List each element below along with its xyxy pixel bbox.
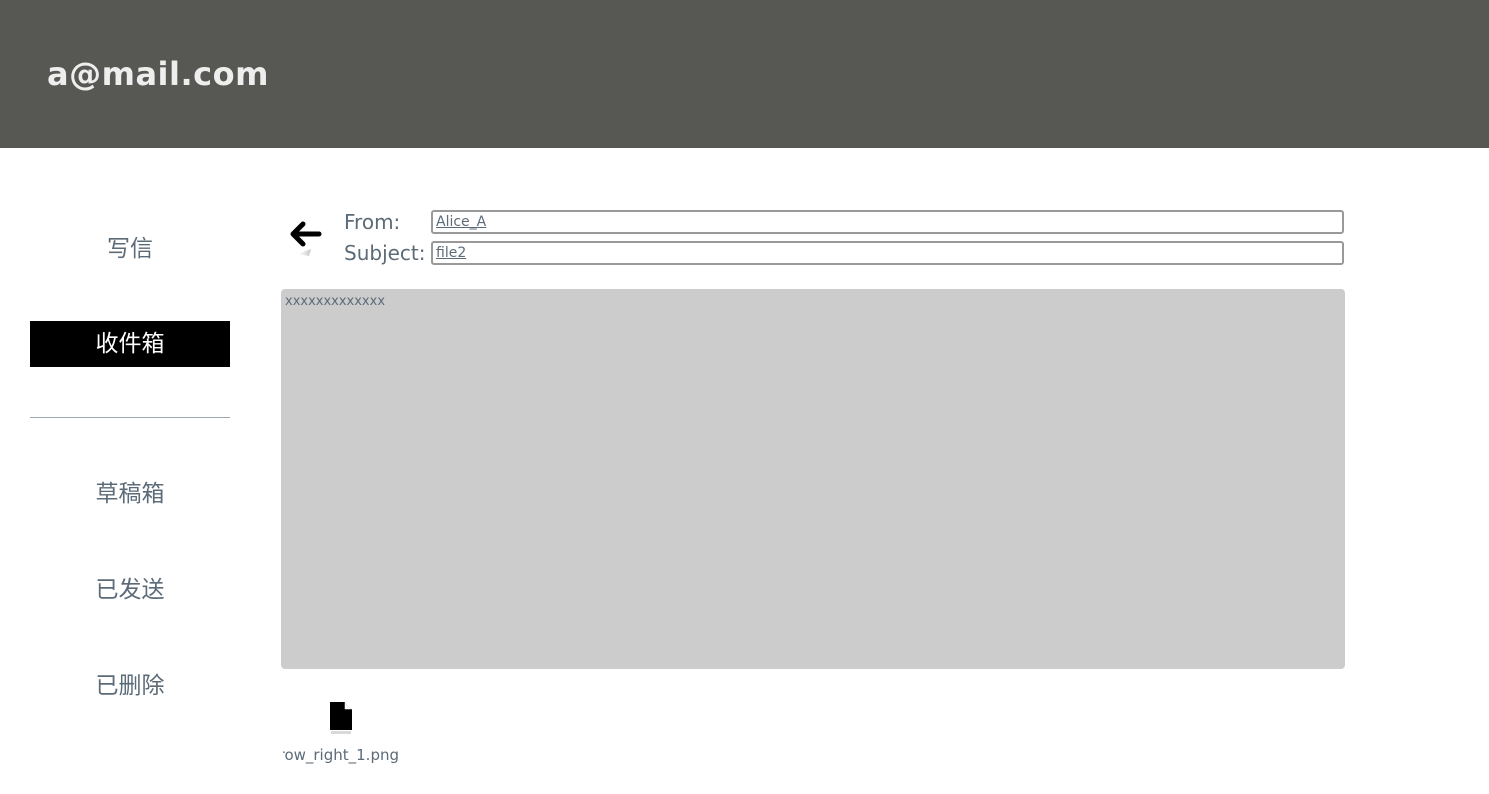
from-field[interactable]: Alice_A — [431, 210, 1344, 234]
attachment-filename: arrow_right_1.png — [283, 746, 399, 764]
from-label: From: — [344, 210, 401, 234]
sidebar-item-inbox[interactable]: 收件箱 — [30, 321, 230, 367]
sidebar-item-sent[interactable]: 已发送 — [30, 574, 230, 606]
arrow-left-icon — [290, 221, 322, 256]
file-icon — [330, 702, 352, 734]
subject-value[interactable]: file2 — [436, 243, 466, 264]
sidebar-item-compose[interactable]: 写信 — [30, 233, 230, 265]
sidebar-item-drafts[interactable]: 草稿箱 — [30, 478, 230, 510]
mail-body[interactable]: xxxxxxxxxxxxx — [281, 289, 1345, 669]
sidebar-item-deleted[interactable]: 已删除 — [30, 670, 230, 702]
mail-body-text: xxxxxxxxxxxxx — [285, 294, 386, 309]
sidebar-divider — [30, 417, 230, 418]
subject-label: Subject: — [344, 241, 426, 265]
app-header: a@mail.com — [0, 0, 1489, 148]
attachment-item[interactable]: arrow_right_1.png — [283, 698, 399, 770]
back-button[interactable] — [289, 216, 329, 260]
subject-field[interactable]: file2 — [431, 241, 1344, 265]
account-email: a@mail.com — [47, 55, 269, 93]
from-value[interactable]: Alice_A — [436, 212, 486, 233]
